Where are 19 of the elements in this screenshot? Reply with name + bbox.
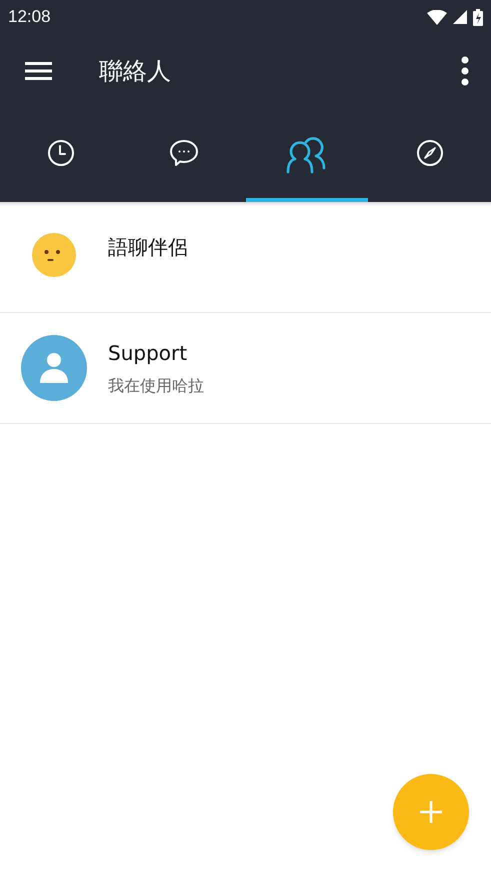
status-time: 12:08 <box>8 6 51 28</box>
contact-status: 我在使用哈拉 <box>108 375 204 397</box>
more-icon <box>461 56 469 86</box>
contact-row[interactable]: 語聊伴侶 <box>0 206 491 313</box>
wifi-icon <box>427 10 447 24</box>
menu-icon <box>24 62 52 80</box>
clock-icon <box>47 139 76 167</box>
person-avatar <box>21 335 87 401</box>
smiley-avatar <box>31 232 77 278</box>
contact-name: 語聊伴侶 <box>108 234 188 261</box>
compass-icon <box>416 139 444 167</box>
plus-icon <box>420 801 442 823</box>
toolbar-title: 聯絡人 <box>99 56 171 87</box>
chat-bubble-icon <box>169 138 200 168</box>
contact-row[interactable]: Support 我在使用哈拉 <box>0 313 491 424</box>
contact-name: Support <box>108 340 188 367</box>
more-options-button[interactable] <box>459 55 471 87</box>
battery-icon <box>473 8 483 26</box>
signal-icon <box>453 10 467 24</box>
